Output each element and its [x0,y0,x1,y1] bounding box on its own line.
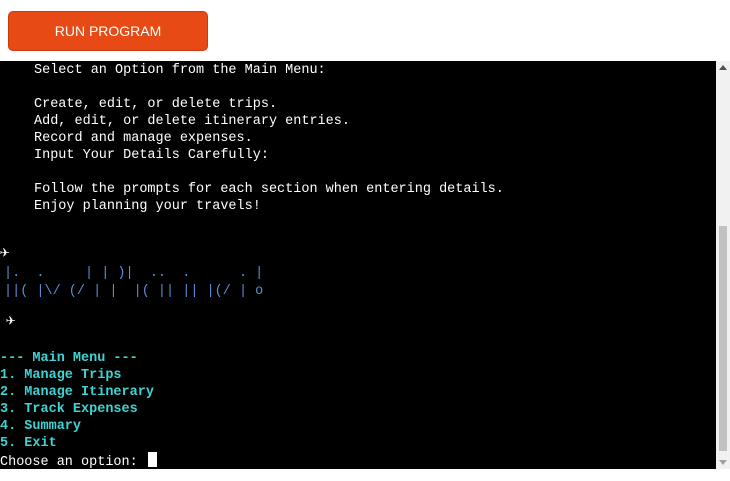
intro-line: Record and manage expenses. [34,131,253,146]
ascii-banner-line: ||( |\/ (/ | | |( || || |(/ | o [4,284,264,299]
text-cursor [147,452,157,467]
run-program-button[interactable]: RUN PROGRAM [8,11,208,51]
menu-item-manage-trips: 1. Manage Trips [0,368,122,383]
terminal-scrollbar[interactable] [716,61,730,469]
airplane-icon: ✈ [0,244,10,262]
intro-line: Enjoy planning your travels! [34,199,261,214]
menu-item-summary: 4. Summary [0,419,82,434]
intro-line: Create, edit, or delete trips. [34,97,278,112]
input-prompt-line[interactable]: Choose an option: [0,452,157,469]
airplane-icon: ✈ [6,312,16,330]
scrollbar-thumb[interactable] [719,226,727,451]
prompt-label: Choose an option: [0,455,138,469]
scroll-down-icon[interactable] [719,460,727,465]
menu-item-track-expenses: 3. Track Expenses [0,402,138,417]
main-menu-header: --- Main Menu --- [0,351,138,366]
menu-item-exit: 5. Exit [0,436,57,451]
scroll-up-icon[interactable] [719,65,727,70]
intro-line: Input Your Details Carefully: [34,148,269,163]
intro-line: Add, edit, or delete itinerary entries. [34,114,350,129]
menu-item-manage-itinerary: 2. Manage Itinerary [0,385,154,400]
ascii-banner-line: |. . | | )| .. . . | [4,266,264,281]
intro-line: Follow the prompts for each section when… [34,182,504,197]
intro-line: Select an Option from the Main Menu: [34,63,326,78]
terminal-output[interactable]: Select an Option from the Main Menu: Cre… [0,61,716,469]
